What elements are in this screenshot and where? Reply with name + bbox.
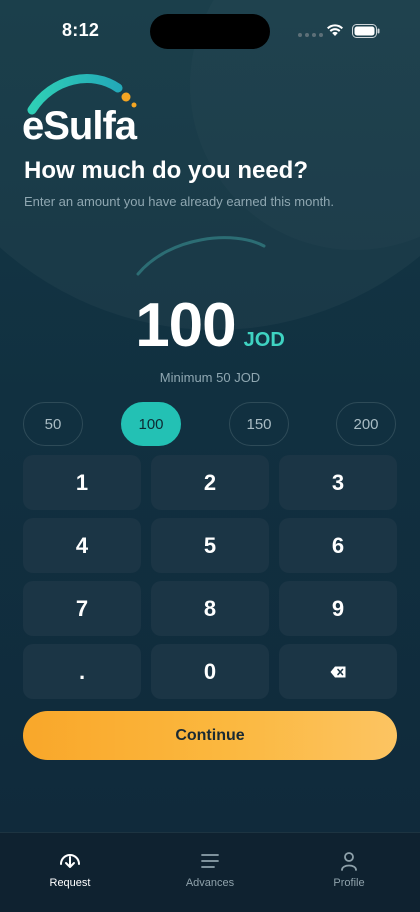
tab-advances-label: Advances [185, 877, 235, 889]
key-6[interactable]: 6 [279, 518, 397, 573]
numeric-keypad: 1 2 3 4 5 6 7 8 9 . 0 [23, 455, 397, 699]
tab-bar: Request Advances Profile [0, 832, 420, 912]
key-1[interactable]: 1 [23, 455, 141, 510]
request-screen: 8:12 eSulfa How much do you need? Enter [0, 0, 420, 912]
download-circle-icon [58, 849, 82, 873]
continue-button[interactable]: Continue [23, 711, 397, 760]
amount-display: 100 JOD [0, 290, 420, 361]
amount-currency: JOD [243, 329, 285, 351]
quick-amount-150[interactable]: 150 [229, 402, 289, 446]
key-0[interactable]: 0 [151, 644, 269, 699]
list-icon [198, 849, 222, 873]
key-8[interactable]: 8 [151, 581, 269, 636]
quick-amounts: 50 100 150 200 [23, 402, 397, 448]
key-4[interactable]: 4 [23, 518, 141, 573]
brand-logo: eSulfa [22, 72, 152, 148]
key-decimal[interactable]: . [23, 644, 141, 699]
key-backspace[interactable] [279, 644, 397, 699]
tab-profile[interactable]: Profile [299, 849, 399, 889]
key-5[interactable]: 5 [151, 518, 269, 573]
status-time: 8:12 [62, 20, 100, 40]
dynamic-island [150, 14, 270, 49]
tab-profile-label: Profile [333, 877, 365, 889]
backspace-icon [330, 666, 346, 677]
signal-dots-icon [298, 33, 323, 37]
amount-value: 100 [135, 291, 236, 360]
key-3[interactable]: 3 [279, 455, 397, 510]
key-2[interactable]: 2 [151, 455, 269, 510]
person-icon [337, 849, 361, 873]
quick-amount-200[interactable]: 200 [336, 402, 396, 446]
minimum-note: Minimum 50 JOD [159, 370, 261, 385]
quick-amount-100[interactable]: 100 [121, 402, 181, 446]
page-subtitle: Enter an amount you have already earned … [24, 194, 335, 209]
wifi-icon [327, 24, 343, 36]
amount-arc-decoration [136, 236, 266, 276]
battery-icon [352, 24, 380, 38]
logo-text: eSulfa [22, 104, 137, 148]
quick-amount-50[interactable]: 50 [23, 402, 83, 446]
key-9[interactable]: 9 [279, 581, 397, 636]
key-7[interactable]: 7 [23, 581, 141, 636]
page-title: How much do you need? [24, 157, 309, 184]
tab-advances[interactable]: Advances [160, 849, 260, 889]
tab-request[interactable]: Request [20, 849, 120, 889]
tab-request-label: Request [49, 877, 91, 889]
